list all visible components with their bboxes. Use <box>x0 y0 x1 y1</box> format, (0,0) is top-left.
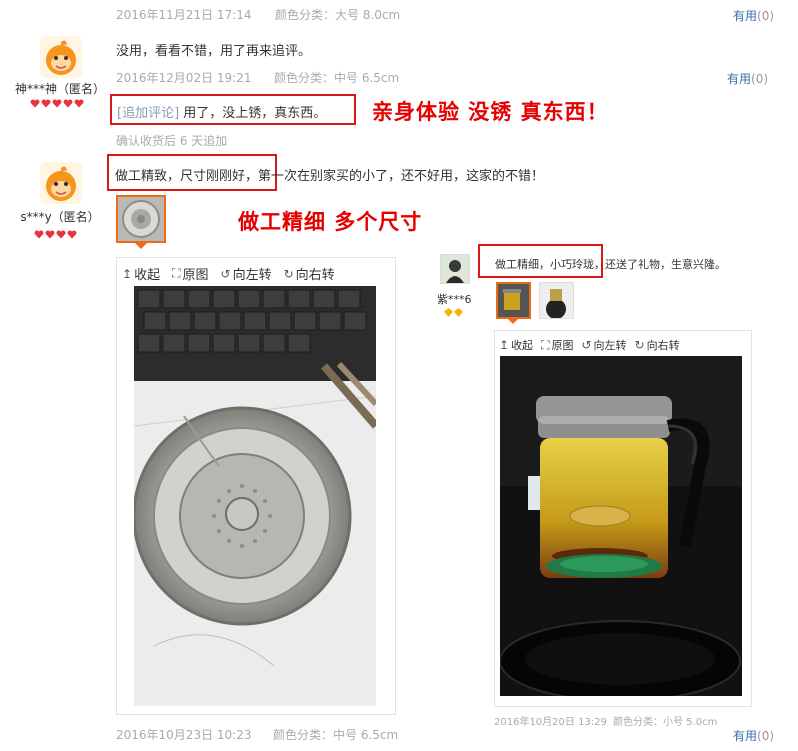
rotate-right-label: 向右转 <box>646 339 680 352</box>
annotation-text: 做工精细 多个尺寸 <box>238 210 423 234</box>
review-sku: 颜色分类：中号 6.5cm <box>273 728 399 742</box>
heart-icon <box>56 230 66 239</box>
review-text-rest: 第一次在别家买的小了，还不好用，这家的不错！ <box>258 169 545 184</box>
reviewer-name: 神***神（匿名） <box>14 82 105 96</box>
review-sku: 颜色分类：小号 5.0cm <box>613 717 718 728</box>
annotation-text: 亲身体验 没锈 真东西！ <box>372 100 609 124</box>
arrow-up-icon: ↥ <box>122 266 133 281</box>
buyer-level-hearts <box>34 230 77 239</box>
buyer-level-diamonds <box>444 308 463 317</box>
collapse-button[interactable]: ↥ 收起 <box>499 337 533 353</box>
append-text: 用了，没上锈，真东西。 <box>183 106 327 121</box>
heart-icon <box>74 99 84 108</box>
review-photo-large[interactable] <box>500 356 742 696</box>
avatar[interactable] <box>40 162 82 204</box>
review-photo-large[interactable] <box>134 286 376 706</box>
diamond-icon <box>454 308 463 317</box>
review-text-highlighted: 做工精致，尺寸刚刚好， <box>115 169 259 184</box>
rotate-right-button[interactable]: ↻ 向右转 <box>635 337 680 353</box>
append-tag: [追加评论] <box>117 106 180 121</box>
diamond-icon <box>444 308 453 317</box>
helpful-count: (0) <box>757 9 775 23</box>
expand-icon: ⛶ <box>172 266 181 280</box>
rotate-left-icon: ↺ <box>220 266 231 281</box>
heart-icon <box>45 230 55 239</box>
helpful-button[interactable]: 有用(0) <box>733 7 774 24</box>
review-date: 2016年12月02日 19:21 <box>116 71 252 85</box>
helpful-label: 有用 <box>733 729 758 743</box>
rotate-left-icon: ↺ <box>581 338 592 352</box>
rotate-right-icon: ↻ <box>283 266 294 281</box>
helpful-count: (0) <box>751 72 769 86</box>
helpful-label: 有用 <box>727 72 752 86</box>
thumbnail-pointer <box>135 243 147 249</box>
review-photo-thumbnail[interactable] <box>496 282 531 319</box>
heart-icon <box>30 99 40 108</box>
rotate-left-label: 向左转 <box>232 268 272 283</box>
review-date: 2016年10月20日 13:29 <box>494 717 607 728</box>
review-text: 做工精致，尺寸刚刚好，第一次在别家买的小了，还不好用，这家的不错！ <box>115 165 544 184</box>
photo-toolbar: ↥ 收起 ⛶ 原图 ↺ 向左转 ↻ 向右转 <box>122 264 335 283</box>
append-review: [追加评论] 用了，没上锈，真东西。 <box>117 102 326 121</box>
review-photo-thumbnail[interactable] <box>539 282 574 319</box>
review-sku: 颜色分类：大号 8.0cm <box>275 8 401 22</box>
review-photo-thumbnail[interactable] <box>116 195 166 243</box>
review-date: 2016年10月23日 10:23 <box>116 728 252 742</box>
photo-toolbar: ↥ 收起 ⛶ 原图 ↺ 向左转 ↻ 向右转 <box>499 337 680 353</box>
reviewer-name: 紫***6 <box>437 293 472 306</box>
helpful-count: (0) <box>757 729 775 743</box>
expand-icon: ⛶ <box>541 337 550 352</box>
collapse-label: 收起 <box>511 339 534 352</box>
original-image-button[interactable]: ⛶ 原图 <box>172 264 208 283</box>
rotate-right-button[interactable]: ↻ 向右转 <box>283 264 335 284</box>
append-note: 确认收货后 6 天追加 <box>116 134 228 148</box>
heart-icon <box>63 99 73 108</box>
avatar[interactable] <box>40 36 82 78</box>
heart-icon <box>67 230 77 239</box>
review-text: 做工精细，小巧玲珑，还送了礼物，生意兴隆。 <box>495 256 726 272</box>
helpful-button[interactable]: 有用(0) <box>727 70 768 87</box>
helpful-label: 有用 <box>733 9 758 23</box>
rotate-left-button[interactable]: ↺ 向左转 <box>220 264 272 284</box>
rotate-left-button[interactable]: ↺ 向左转 <box>581 337 626 353</box>
original-image-label: 原图 <box>182 268 209 283</box>
review-sku: 颜色分类：中号 6.5cm <box>274 71 400 85</box>
collapse-label: 收起 <box>134 268 161 283</box>
original-image-button[interactable]: ⛶ 原图 <box>541 337 573 353</box>
thumbnail-pointer <box>508 319 518 324</box>
heart-icon <box>41 99 51 108</box>
helpful-button[interactable]: 有用(0) <box>733 727 774 744</box>
buyer-level-hearts <box>30 99 84 108</box>
heart-icon <box>52 99 62 108</box>
review-text: 没用，看看不错，用了再来追评。 <box>116 44 312 59</box>
review-text-highlighted: 做工精细，小巧玲珑， <box>495 258 605 271</box>
rotate-right-icon: ↻ <box>634 338 645 352</box>
arrow-up-icon: ↥ <box>499 338 510 352</box>
review-date: 2016年11月21日 17:14 <box>116 8 252 22</box>
review-text-rest: 还送了礼物，生意兴隆。 <box>605 258 726 271</box>
rotate-right-label: 向右转 <box>295 268 335 283</box>
original-image-label: 原图 <box>551 339 574 352</box>
collapse-button[interactable]: ↥ 收起 <box>122 264 161 284</box>
reviewer-name: s***y（匿名） <box>20 210 100 224</box>
avatar[interactable] <box>440 254 470 284</box>
rotate-left-label: 向左转 <box>593 339 627 352</box>
heart-icon <box>34 230 44 239</box>
